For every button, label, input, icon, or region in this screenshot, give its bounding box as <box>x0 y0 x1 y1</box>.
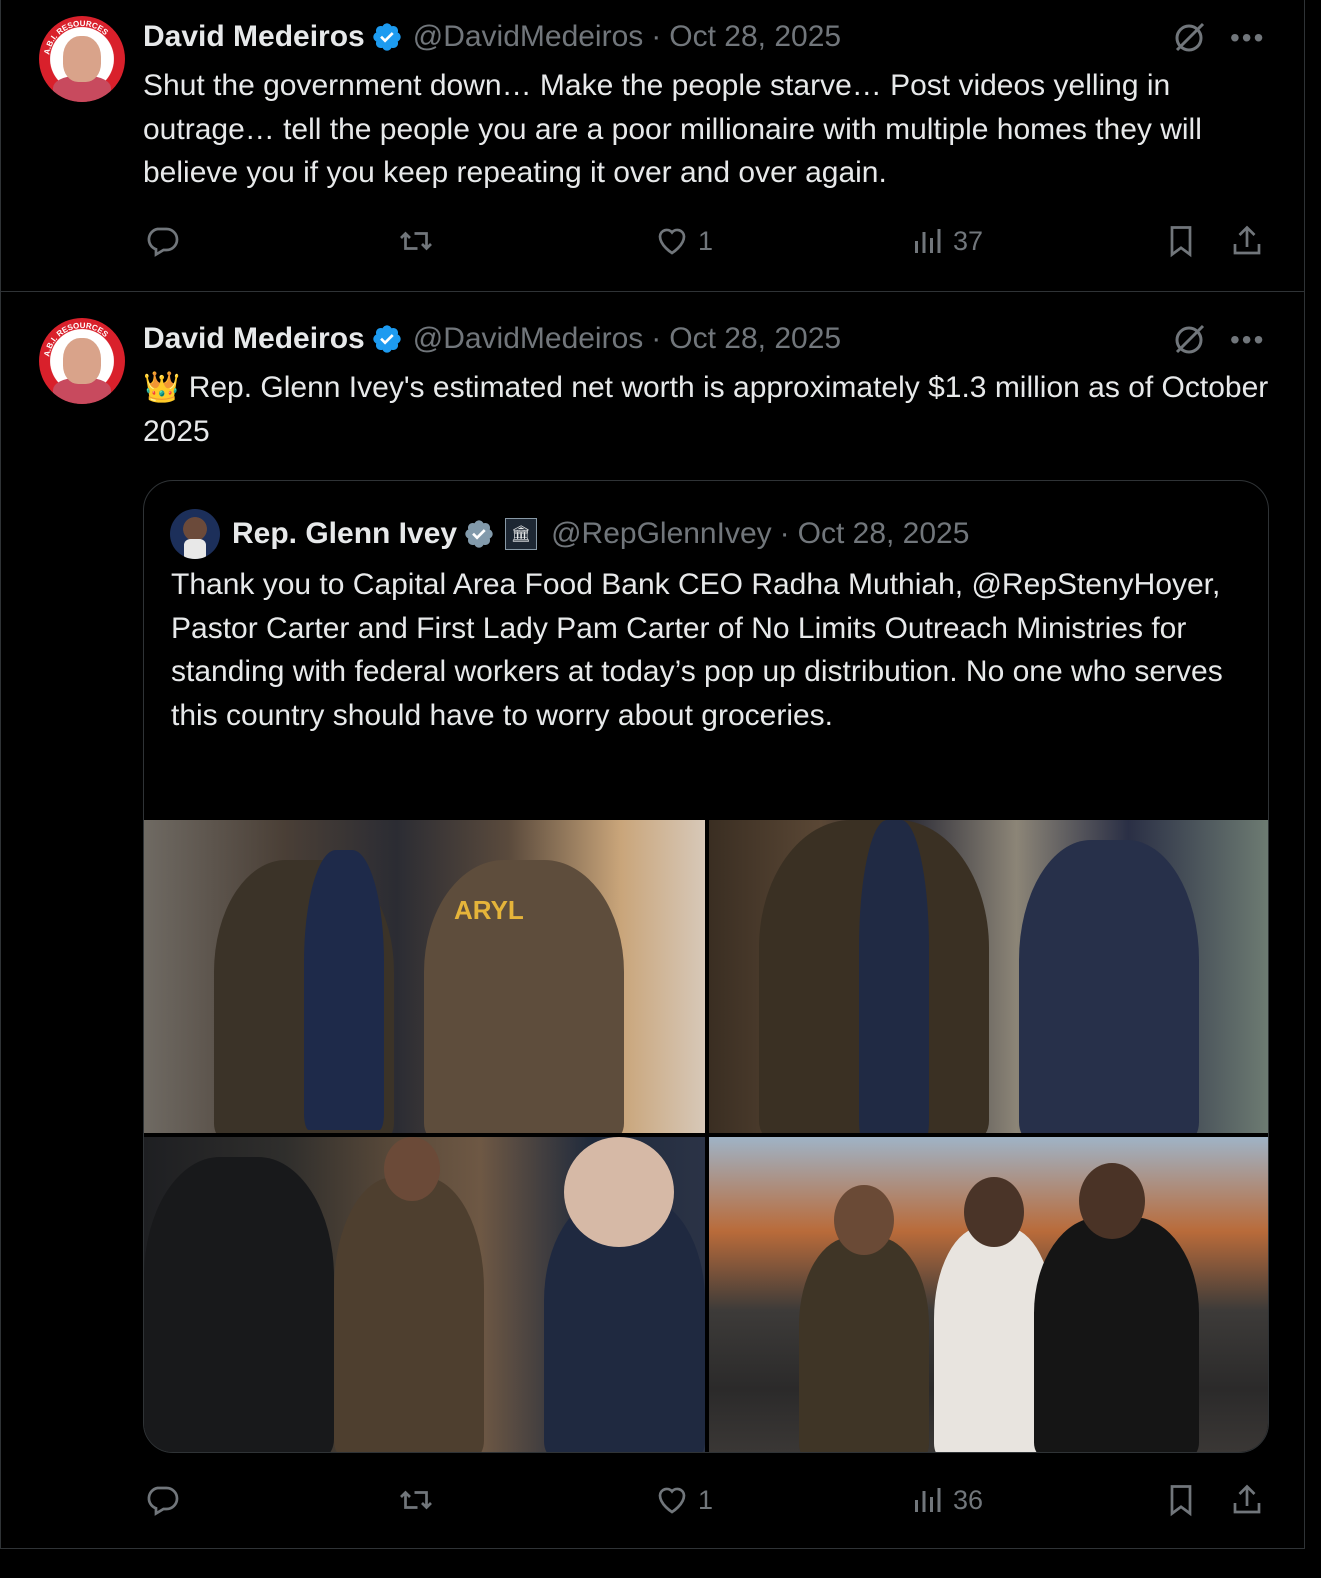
like-button[interactable]: 1 <box>654 1482 713 1518</box>
bookmark-icon <box>1170 226 1192 258</box>
repost-button[interactable] <box>398 1482 442 1518</box>
avatar[interactable]: A.B.I. RESOURCES <box>39 16 125 102</box>
view-count: 36 <box>953 1484 984 1515</box>
tweet-header: David Medeiros @DavidMedeiros · Oct 28, … <box>143 17 841 57</box>
tweet-header: David Medeiros @DavidMedeiros · Oct 28, … <box>143 319 841 359</box>
person-figure <box>304 850 384 1130</box>
like-icon <box>658 228 686 255</box>
share-button[interactable] <box>1229 223 1265 259</box>
view-count: 37 <box>953 225 984 256</box>
quoted-author-name[interactable]: Rep. Glenn Ivey <box>232 517 457 551</box>
author-name[interactable]: David Medeiros <box>143 20 365 54</box>
like-count: 1 <box>698 225 714 256</box>
quoted-author-handle[interactable]: @RepGlennIvey <box>551 517 772 551</box>
bookmark-icon <box>1170 1485 1192 1517</box>
person-figure <box>334 1177 484 1452</box>
quoted-avatar[interactable] <box>170 509 220 559</box>
share-icon <box>1233 225 1261 255</box>
share-button[interactable] <box>1229 1482 1265 1518</box>
photo-2[interactable] <box>709 820 1268 1133</box>
reply-button[interactable] <box>144 1482 188 1518</box>
verified-badge-icon[interactable] <box>371 21 403 53</box>
quoted-tweet-date[interactable]: Oct 28, 2025 <box>798 517 970 551</box>
person-figure <box>859 820 929 1133</box>
like-icon <box>658 1487 686 1514</box>
person-head <box>834 1185 894 1255</box>
grok-icon[interactable] <box>1171 322 1207 358</box>
views-button[interactable]: 37 <box>909 223 983 259</box>
tweet-date[interactable]: Oct 28, 2025 <box>669 20 841 54</box>
repost-icon <box>400 1490 432 1510</box>
tweet-text: Shut the government down… Make the peopl… <box>143 69 1202 189</box>
separator-dot: · <box>779 517 790 550</box>
author-handle[interactable]: @DavidMedeiros <box>413 20 644 54</box>
avatar-face <box>63 338 101 384</box>
views-button[interactable]: 36 <box>909 1482 983 1518</box>
tweet-actions: 1 36 <box>1 1482 1304 1522</box>
bookmark-button[interactable] <box>1163 223 1199 259</box>
views-icon <box>915 1488 941 1512</box>
avatar-face <box>63 36 101 82</box>
shirt-lettering: ARYL <box>454 895 524 925</box>
grok-icon[interactable] <box>1171 20 1207 56</box>
tweet-text: 👑 Rep. Glenn Ivey's estimated net worth … <box>143 366 1283 453</box>
share-icon <box>1233 1484 1261 1514</box>
photo-4[interactable] <box>709 1137 1268 1452</box>
bookmark-button[interactable] <box>1163 1482 1199 1518</box>
like-count: 1 <box>698 1484 714 1515</box>
more-icon[interactable]: ••• <box>1230 324 1265 356</box>
more-icon[interactable]: ••• <box>1230 22 1265 54</box>
author-handle[interactable]: @DavidMedeiros <box>413 322 644 356</box>
tweet[interactable]: A.B.I. RESOURCES David Medeiros @DavidMe… <box>0 292 1305 1549</box>
person-figure <box>1034 1217 1199 1452</box>
author-name[interactable]: David Medeiros <box>143 322 365 356</box>
verified-badge-icon[interactable] <box>371 323 403 355</box>
separator-dot: · <box>651 20 662 53</box>
quoted-tweet-header: Rep. Glenn Ivey 🏛 @RepGlennIvey · Oct 28… <box>170 509 969 559</box>
tweet[interactable]: A.B.I. RESOURCES David Medeiros @DavidMe… <box>0 0 1305 292</box>
person-head <box>564 1137 674 1247</box>
reply-icon <box>147 227 179 257</box>
repost-button[interactable] <box>398 223 442 259</box>
like-button[interactable]: 1 <box>654 223 713 259</box>
person-head <box>964 1177 1024 1247</box>
tweet-text-body: Rep. Glenn Ivey's estimated net worth is… <box>143 371 1269 448</box>
avatar[interactable]: A.B.I. RESOURCES <box>39 318 125 404</box>
crown-emoji: 👑 <box>143 371 181 404</box>
tweet-actions: 1 37 <box>1 223 1304 263</box>
government-badge-icon[interactable]: 🏛 <box>505 518 538 550</box>
verified-badge-icon[interactable] <box>463 518 495 550</box>
person-head <box>384 1137 440 1201</box>
reply-icon <box>147 1486 179 1516</box>
tweet-date[interactable]: Oct 28, 2025 <box>669 322 841 356</box>
photo-1[interactable]: ARYL <box>144 820 705 1133</box>
views-icon <box>915 229 941 253</box>
photo-3[interactable] <box>144 1137 705 1452</box>
person-head <box>1079 1163 1145 1239</box>
reply-button[interactable] <box>144 223 188 259</box>
repost-icon <box>400 231 432 251</box>
person-figure <box>1019 840 1199 1133</box>
person-figure <box>799 1237 929 1452</box>
quoted-tweet-text: Thank you to Capital Area Food Bank CEO … <box>171 568 1223 732</box>
separator-dot: · <box>651 322 662 355</box>
person-figure <box>144 1157 334 1452</box>
quoted-tweet[interactable]: Rep. Glenn Ivey 🏛 @RepGlennIvey · Oct 28… <box>143 480 1269 1453</box>
